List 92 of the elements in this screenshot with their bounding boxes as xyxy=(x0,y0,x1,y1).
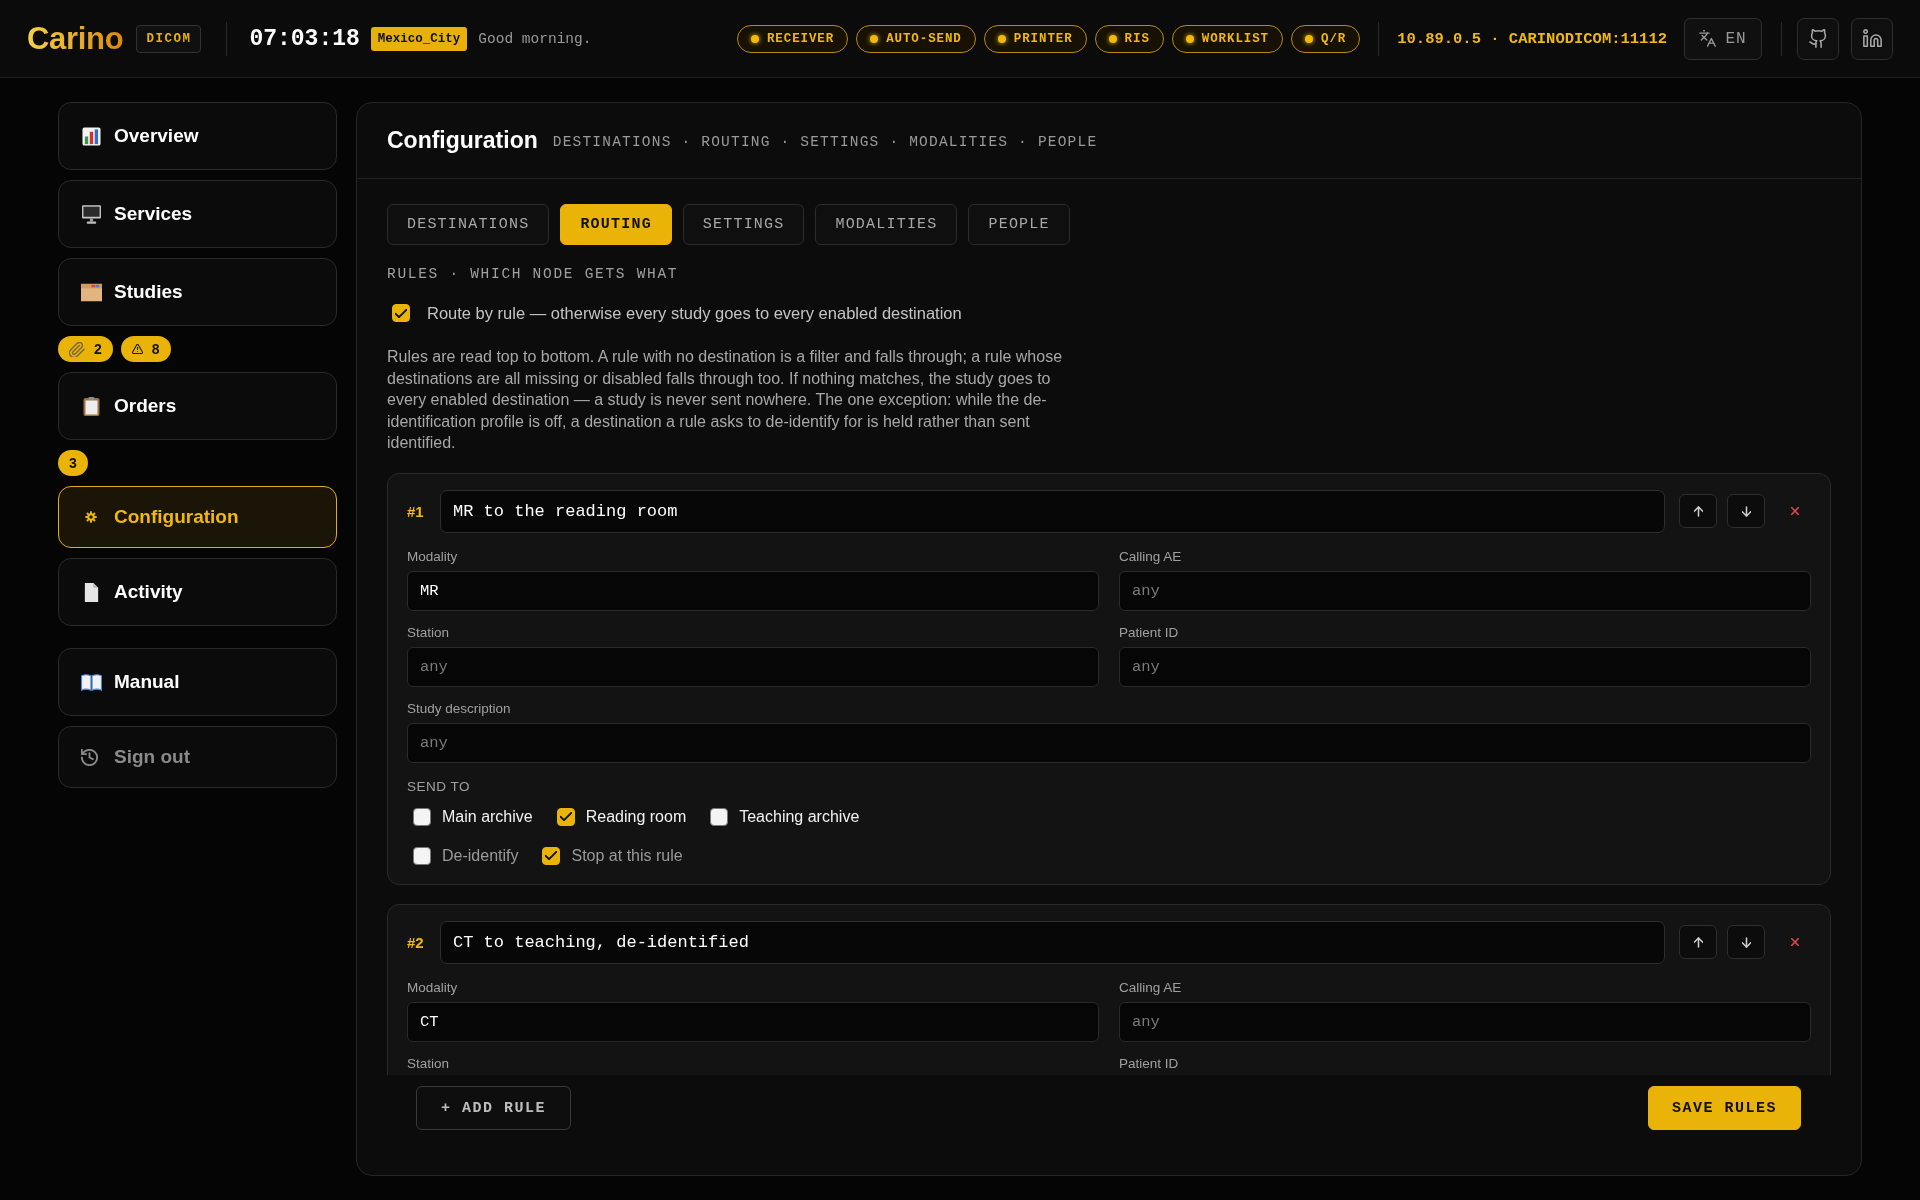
save-rules-button[interactable]: SAVE RULES xyxy=(1648,1086,1801,1130)
field-label: Modality xyxy=(407,979,459,995)
checkbox[interactable] xyxy=(413,807,431,826)
field-label: Patient ID xyxy=(1119,624,1180,640)
server-endpoint: 10.89.0.5 · CARINODICOM:11112 xyxy=(1397,29,1667,48)
service-name: RECEIVER xyxy=(766,31,835,46)
bar-chart-icon xyxy=(81,126,102,146)
check-icon xyxy=(395,308,407,318)
badge-count: 8 xyxy=(151,341,160,357)
checkbox[interactable] xyxy=(542,846,561,865)
filter-field[interactable]: any xyxy=(407,722,1811,763)
translate-icon xyxy=(1699,30,1717,47)
rule-name-field[interactable]: CT to teaching, de-identified xyxy=(440,920,1665,964)
github-icon xyxy=(1808,29,1828,48)
filter-field[interactable]: CT xyxy=(407,1001,1099,1042)
service-name: RIS xyxy=(1124,31,1150,46)
panel-subtitle: DESTINATIONS · ROUTING · SETTINGS · MODALITIES · PEOPLE xyxy=(552,133,1098,150)
tab[interactable]: SETTINGS xyxy=(682,204,805,245)
rule-name-field[interactable]: MR to the reading room xyxy=(440,489,1665,533)
nav-item[interactable]: Services xyxy=(58,180,337,248)
rule-number: #1 xyxy=(407,502,425,520)
checkbox-label: De-identify xyxy=(442,846,519,865)
checkbox[interactable] xyxy=(710,807,729,826)
nav-item[interactable]: Overview xyxy=(58,102,337,170)
checkbox-label: Stop at this rule xyxy=(571,846,683,865)
check-icon xyxy=(545,851,558,860)
filter-field[interactable]: any xyxy=(1119,570,1811,611)
checkbox-label: Reading room xyxy=(585,807,687,826)
checkbox[interactable] xyxy=(392,304,410,322)
tab[interactable]: ROUTING xyxy=(560,204,672,245)
field-label: Station xyxy=(407,624,451,640)
github-button[interactable] xyxy=(1797,17,1839,60)
close-icon xyxy=(1791,938,1799,946)
check-icon xyxy=(559,812,572,821)
field-label: Modality xyxy=(407,548,459,564)
linkedin-button[interactable] xyxy=(1851,17,1893,60)
service-name: AUTO-SEND xyxy=(886,31,962,46)
add-rule-button[interactable]: + ADD RULE xyxy=(416,1086,571,1130)
timezone-badge: Mexico_City xyxy=(370,26,468,51)
monitor-icon xyxy=(81,204,102,224)
checkbox-label: Main archive xyxy=(442,807,533,826)
service-name: PRINTER xyxy=(1013,31,1073,46)
badge-count: 2 xyxy=(94,341,102,357)
gear-icon xyxy=(85,511,97,523)
history-icon xyxy=(81,748,98,766)
arrow-down-icon xyxy=(1741,936,1751,948)
section-heading: RULES · WHICH NODE GETS WHAT xyxy=(387,266,680,282)
panel-title: Configuration xyxy=(387,127,538,154)
move-up-button[interactable] xyxy=(1679,925,1717,959)
field-label: Station xyxy=(407,1055,451,1071)
box-icon xyxy=(81,282,102,302)
close-icon xyxy=(1791,507,1799,515)
filter-field[interactable]: MR xyxy=(407,570,1099,611)
field-label: Study description xyxy=(407,700,512,716)
filter-field[interactable]: any xyxy=(1119,1001,1811,1042)
product-badge: DICOM xyxy=(136,24,202,53)
service-name: WORKLIST xyxy=(1201,31,1270,46)
checkbox-label: Route by rule — otherwise every study goes to every enabled destination xyxy=(427,303,962,323)
nav-item[interactable]: Configuration xyxy=(58,486,337,548)
nav-item[interactable]: Manual xyxy=(58,648,337,716)
nav-item[interactable]: Orders xyxy=(58,372,337,440)
checkbox[interactable] xyxy=(413,846,431,865)
clock-time: 07:03:18 xyxy=(249,25,360,52)
move-down-button[interactable] xyxy=(1727,925,1765,959)
filter-field[interactable]: any xyxy=(407,646,1099,687)
checkbox[interactable] xyxy=(556,807,575,826)
nav-item[interactable]: Sign out xyxy=(58,726,337,788)
book-icon xyxy=(81,672,102,692)
tab[interactable]: MODALITIES xyxy=(815,204,958,245)
help-text: Rules are read top to bottom. A rule with no destination is a filter and falls through; a rule whose destinations are all missing or disabled falls through too. If nothing matches, the study goes to every enabled destination — a study is never sent nowhere. The one exception: while the de-identification profile is off, a destination a rule asks to de-identify for is held rather than sent identified. xyxy=(387,347,1064,453)
field-label: Calling AE xyxy=(1119,979,1183,995)
checkbox-label: Teaching archive xyxy=(739,807,860,826)
linkedin-icon xyxy=(1862,29,1882,48)
warning-icon xyxy=(131,344,143,354)
nav-item[interactable]: Studies xyxy=(58,258,337,326)
tab[interactable]: PEOPLE xyxy=(968,204,1070,245)
greeting-text: Good morning. xyxy=(478,30,592,47)
section-label: SEND TO xyxy=(407,778,472,794)
field-label: Calling AE xyxy=(1119,548,1183,564)
language-button[interactable]: EN xyxy=(1684,17,1762,60)
move-up-button[interactable] xyxy=(1679,494,1717,528)
nav-item[interactable]: Activity xyxy=(58,558,337,626)
paperclip-icon xyxy=(69,341,85,357)
tab[interactable]: DESTINATIONS xyxy=(387,204,550,245)
filter-field[interactable]: any xyxy=(1119,646,1811,687)
count-badge: 3 xyxy=(58,450,88,476)
move-down-button[interactable] xyxy=(1727,494,1765,528)
field-label: Patient ID xyxy=(1119,1055,1180,1071)
service-name: Q/R xyxy=(1321,31,1347,46)
arrow-down-icon xyxy=(1741,505,1751,517)
rule-number: #2 xyxy=(407,933,425,951)
clipboard-icon xyxy=(81,396,102,416)
